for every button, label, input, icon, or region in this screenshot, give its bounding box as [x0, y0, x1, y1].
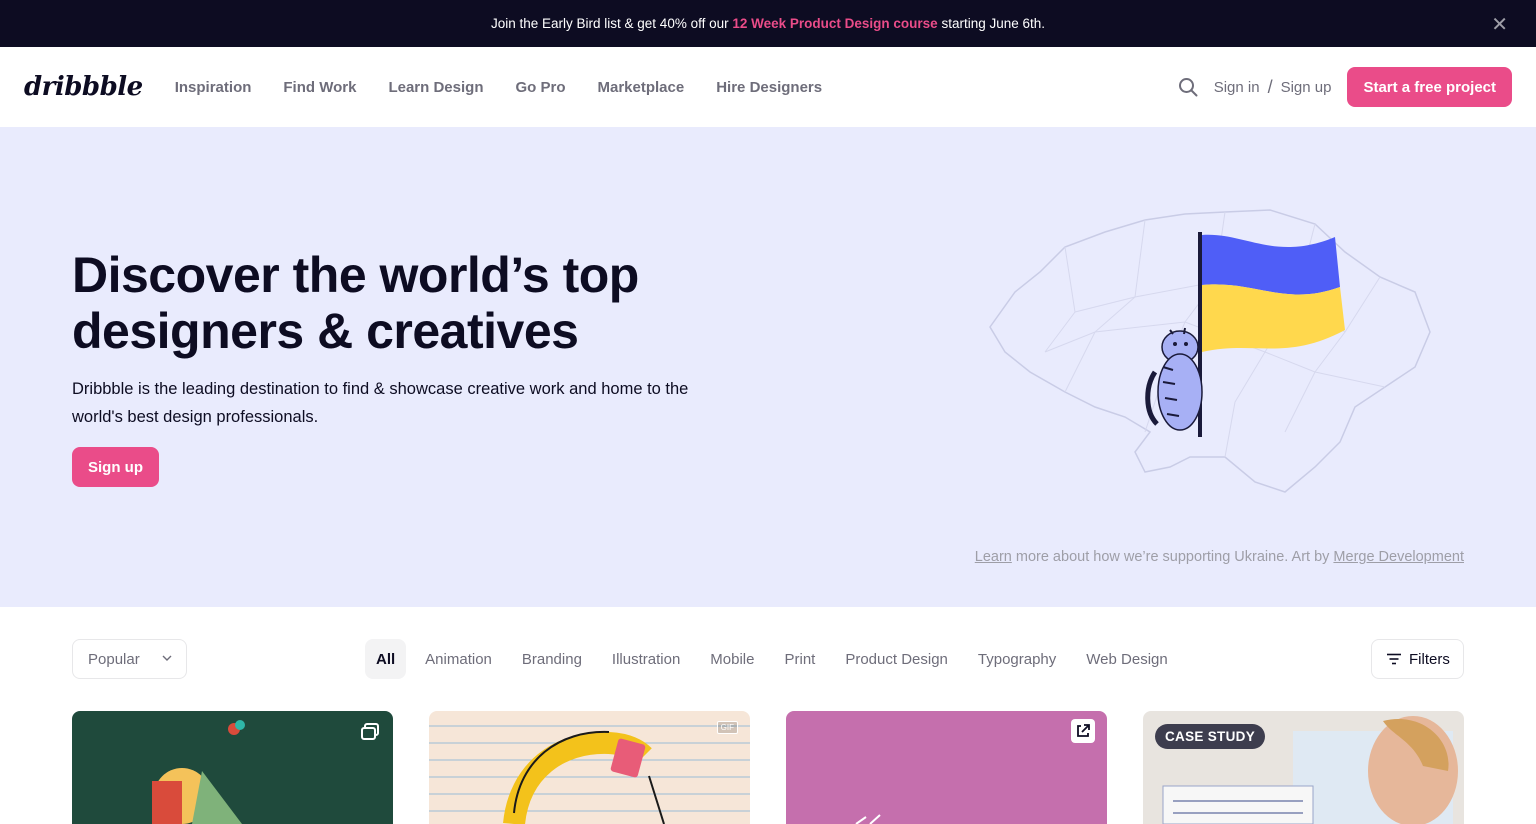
shot-thumbnail: [152, 720, 367, 824]
category-tab-branding[interactable]: Branding: [511, 639, 593, 679]
chevron-down-icon: [162, 655, 172, 661]
sort-dropdown[interactable]: Popular: [72, 639, 187, 679]
flag-yellow: [1202, 284, 1345, 352]
close-icon[interactable]: ✕: [1491, 12, 1508, 37]
tiger-character: [1145, 327, 1203, 431]
category-tab-product-design[interactable]: Product Design: [834, 639, 959, 679]
shot-card[interactable]: [786, 711, 1107, 824]
case-study-badge: CASE STUDY: [1155, 724, 1266, 749]
filters-button[interactable]: Filters: [1371, 639, 1464, 679]
shot-thumbnail: [429, 725, 750, 824]
auth-separator: /: [1267, 76, 1273, 97]
start-free-project-button[interactable]: Start a free project: [1347, 67, 1512, 107]
credit-text: more about how we’re supporting Ukraine.…: [1011, 549, 1334, 565]
filter-icon: [1387, 653, 1401, 665]
nav-link-learn-design[interactable]: Learn Design: [388, 79, 483, 96]
category-tab-web-design[interactable]: Web Design: [1075, 639, 1178, 679]
category-tab-illustration[interactable]: Illustration: [601, 639, 691, 679]
banner-text: Join the Early Bird list & get 40% off o…: [491, 16, 1045, 31]
sort-value: Popular: [88, 650, 140, 668]
hero-section: Discover the world’s top designers & cre…: [0, 127, 1536, 607]
nav-link-find-work[interactable]: Find Work: [283, 79, 356, 96]
nav-link-marketplace[interactable]: Marketplace: [598, 79, 685, 96]
auth-links: Sign in / Sign up: [1214, 77, 1332, 98]
ukraine-credit: Learn more about how we’re supporting Uk…: [975, 549, 1464, 565]
search-icon[interactable]: [1178, 77, 1198, 97]
dribbble-logo[interactable]: dribbble: [24, 72, 143, 102]
hero-sign-up-button[interactable]: Sign up: [72, 447, 159, 487]
learn-more-link[interactable]: Learn: [975, 549, 1012, 565]
filters-label: Filters: [1409, 650, 1450, 668]
shot-card[interactable]: CASE STUDY: [1143, 711, 1464, 824]
hero-description: Dribbble is the leading destination to f…: [72, 380, 689, 426]
category-tab-mobile[interactable]: Mobile: [699, 639, 765, 679]
category-tab-print[interactable]: Print: [773, 639, 826, 679]
category-tabs: All Animation Branding Illustration Mobi…: [365, 639, 1187, 679]
shot-thumbnail: [855, 814, 881, 824]
category-tab-animation[interactable]: Animation: [414, 639, 503, 679]
ukraine-map-illustration: [989, 209, 1431, 493]
sign-up-link[interactable]: Sign up: [1281, 79, 1332, 96]
banner-prefix: Join the Early Bird list & get 40% off o…: [490, 16, 733, 31]
promo-banner: Join the Early Bird list & get 40% off o…: [0, 0, 1536, 47]
shot-card[interactable]: [72, 711, 393, 824]
top-navigation: dribbble Inspiration Find Work Learn Des…: [0, 47, 1536, 127]
nav-right: Sign in / Sign up Start a free project: [1178, 67, 1512, 107]
category-tab-typography[interactable]: Typography: [967, 639, 1067, 679]
gif-badge: GIF: [716, 721, 738, 734]
shot-card[interactable]: GIF: [429, 711, 750, 824]
nav-link-hire-designers[interactable]: Hire Designers: [716, 79, 822, 96]
hero-title: Discover the world’s top designers & cre…: [72, 247, 639, 359]
filter-bar: Popular All Animation Branding Illustrat…: [72, 639, 1464, 679]
merge-development-link[interactable]: Merge Development: [1333, 549, 1464, 565]
banner-suffix: starting June 6th.: [937, 16, 1046, 31]
nav-link-inspiration[interactable]: Inspiration: [175, 79, 252, 96]
nav-links: Inspiration Find Work Learn Design Go Pr…: [175, 79, 822, 96]
nav-link-go-pro[interactable]: Go Pro: [515, 79, 565, 96]
external-link-icon[interactable]: [1071, 719, 1095, 743]
multiple-shots-icon: [361, 723, 379, 740]
sign-in-link[interactable]: Sign in: [1214, 79, 1260, 96]
category-tab-all[interactable]: All: [365, 639, 407, 679]
banner-course-link[interactable]: 12 Week Product Design course: [732, 16, 937, 31]
